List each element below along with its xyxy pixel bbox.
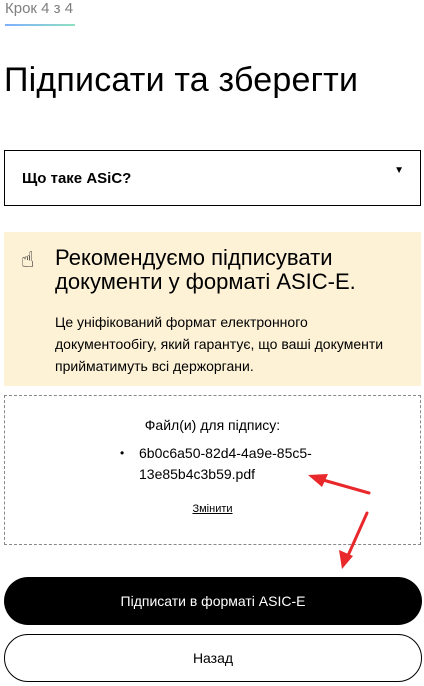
bullet-icon: • (120, 446, 125, 460)
file-list: • 6b0c6a50-82d4-4a9e-85c5-13e85b4c3b59.p… (120, 443, 324, 485)
asic-accordion[interactable]: Що таке ASiC? ▼ (4, 150, 421, 206)
files-box: Файл(и) для підпису: • 6b0c6a50-82d4-4a9… (4, 395, 421, 545)
red-arrow-head-icon (339, 550, 353, 569)
pointing-finger-icon: ☝ (21, 247, 35, 272)
step-indicator: Крок 4 з 4 (5, 0, 74, 17)
recommendation-box: ☝ Рекомендуємо підписувати документи у ф… (4, 232, 421, 386)
accordion-label: Що таке ASiC? (22, 170, 132, 187)
recommendation-text: Це уніфікований формат електронного доку… (55, 314, 384, 374)
files-label: Файл(и) для підпису: (144, 417, 281, 433)
recommendation-heading: Рекомендуємо підписувати документи у фор… (55, 245, 356, 294)
triangle-down-icon: ▼ (394, 165, 404, 176)
list-item: • 6b0c6a50-82d4-4a9e-85c5-13e85b4c3b59.p… (120, 443, 324, 485)
page-title: Підписати та зберегти (4, 61, 359, 99)
sign-asic-e-button[interactable]: Підписати в форматі ASIC-E (4, 577, 422, 625)
change-files-link[interactable]: Змінити (5, 503, 420, 515)
step-underline (5, 24, 75, 26)
back-button[interactable]: Назад (4, 634, 422, 682)
file-name: 6b0c6a50-82d4-4a9e-85c5-13e85b4c3b59.pdf (139, 445, 312, 482)
